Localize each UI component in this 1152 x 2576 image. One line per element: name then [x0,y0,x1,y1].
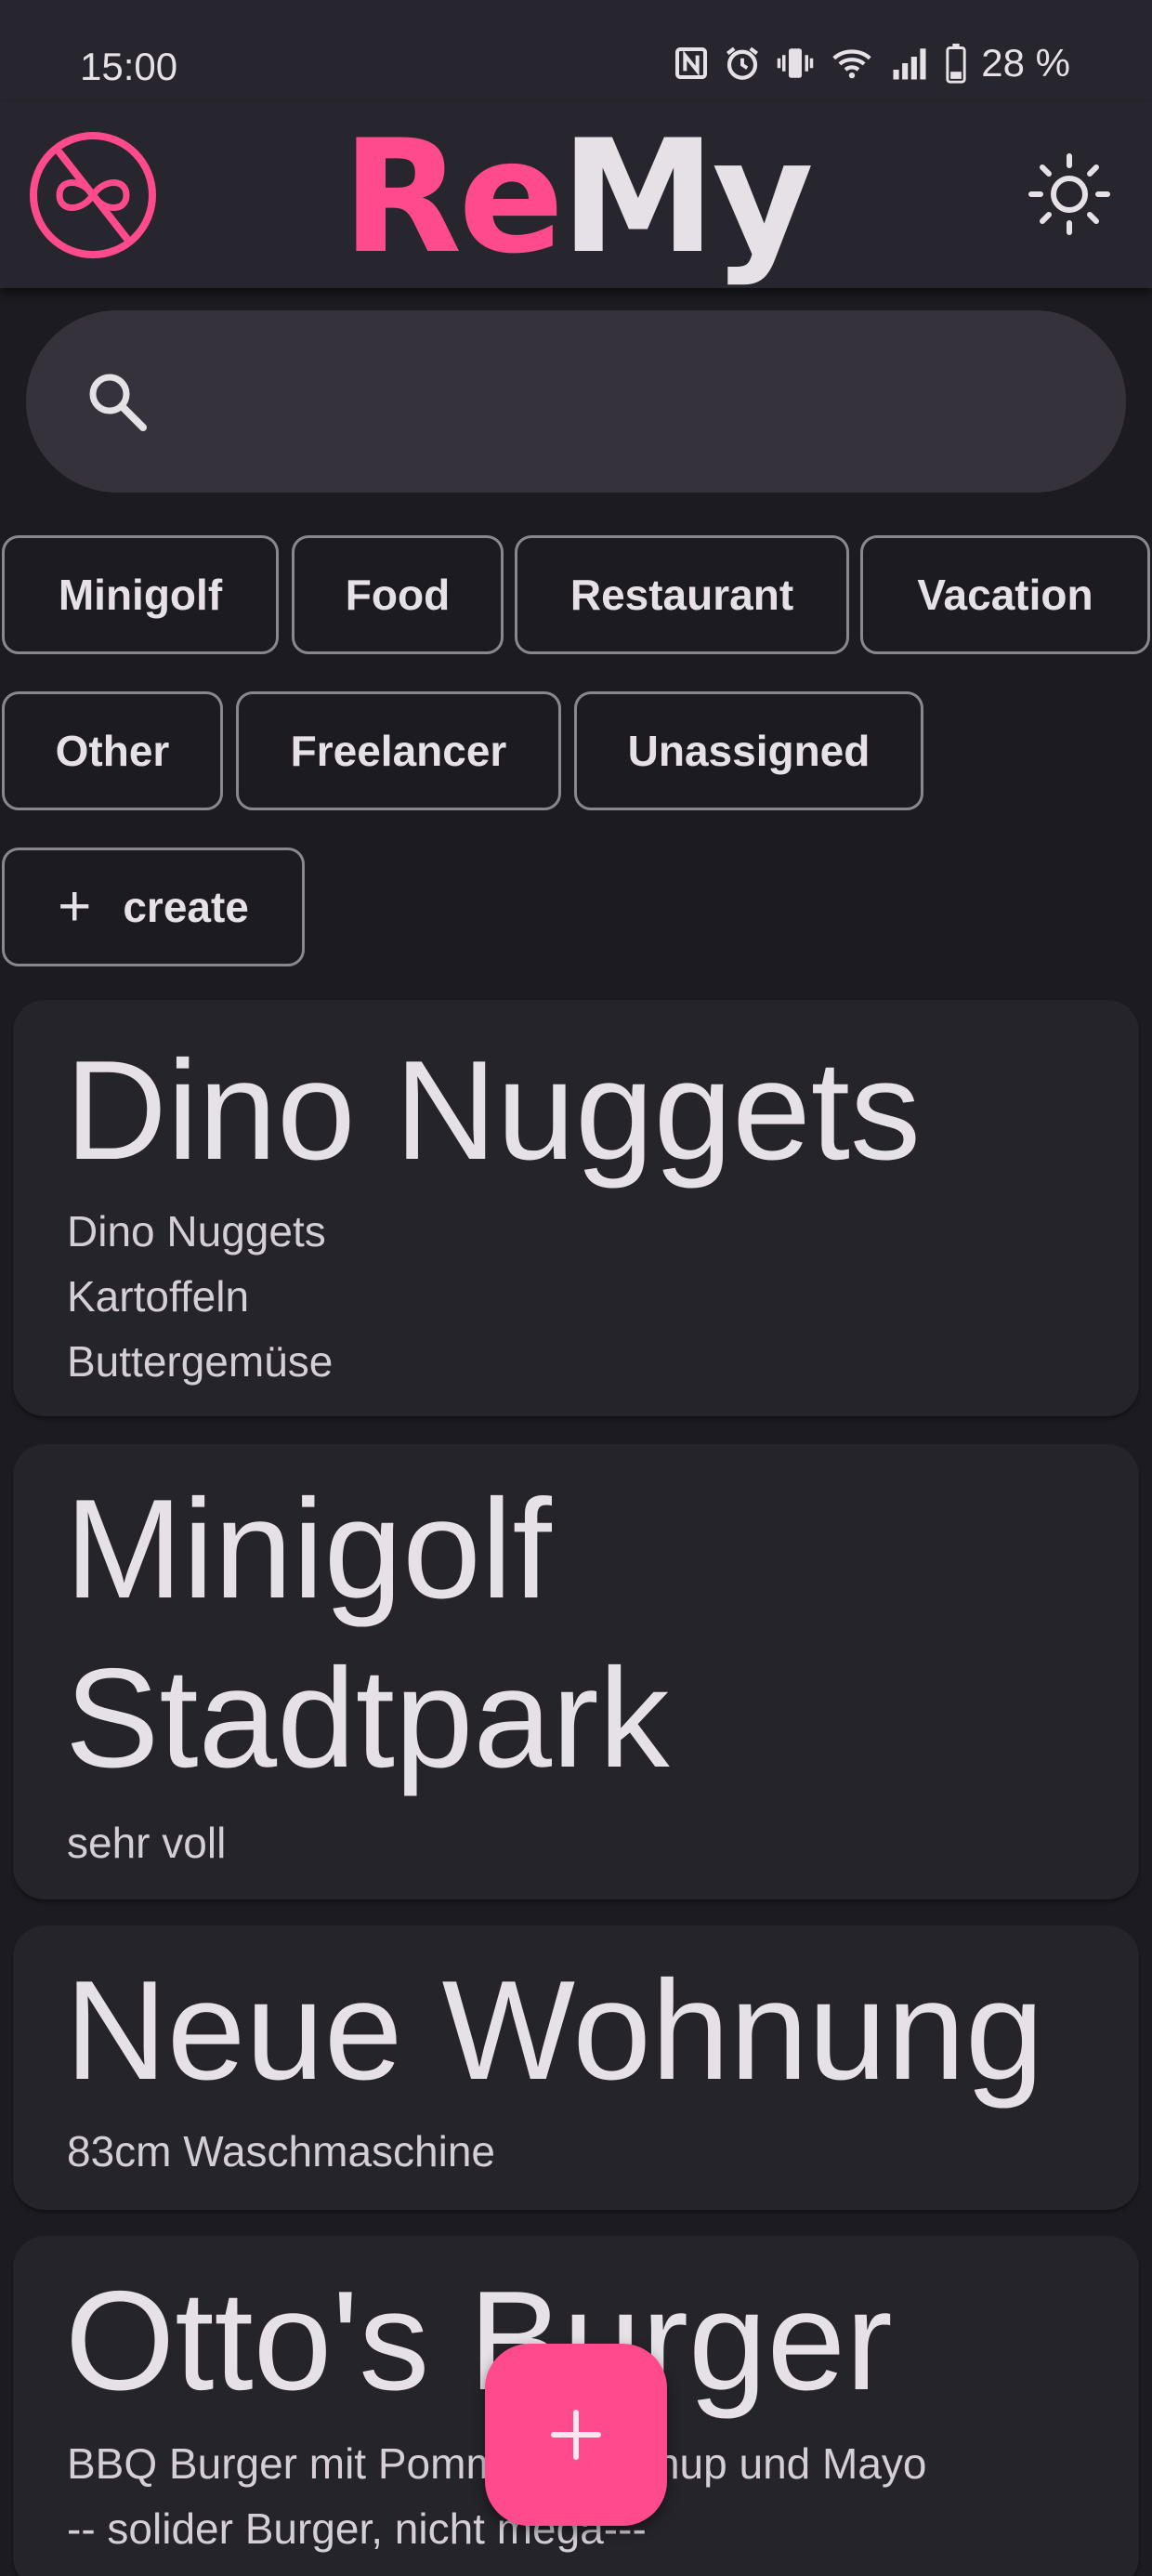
card-body: sehr voll [67,1819,227,1867]
chip-label: create [123,883,249,931]
nfc-icon [675,47,708,79]
card-title: Neue Wohnung [65,1952,1044,2109]
brightness-icon[interactable] [1028,152,1111,236]
chip-label: Unassigned [627,727,871,775]
status-time: 15:00 [80,45,178,88]
app-title: ReMy [0,119,1152,275]
search-input[interactable] [184,348,1080,457]
plus-icon [551,2410,601,2460]
vibrate-icon [778,48,814,78]
chip-vacation[interactable]: Vacation [860,535,1150,654]
app-title-re: Re [341,106,564,288]
note-card[interactable]: Minigolf Stadtpark sehr voll [13,1444,1139,1899]
chip-label: Minigolf [58,571,223,619]
battery-percentage: 28 % [981,41,1070,85]
wifi-icon [832,49,871,79]
chip-minigolf[interactable]: Minigolf [2,535,279,654]
add-note-fab-button[interactable] [485,2344,667,2526]
card-body: Dino Nuggets Kartoffeln Buttergemüse [67,1207,334,1386]
chip-food[interactable]: Food [292,535,504,654]
note-card[interactable]: Dino Nuggets Dino Nuggets Kartoffeln But… [13,1000,1139,1416]
app-screen: 15:00 28 % ReMy Minigolf Food Restaurant… [0,0,1152,2576]
chip-label: Vacation [917,571,1093,619]
card-title: Dino Nuggets [65,1032,921,1189]
battery-icon [946,43,966,84]
plus-icon: + [58,874,92,939]
alarm-icon [727,46,759,80]
chip-label: Other [55,727,170,775]
status-icons: 28 % [673,41,1070,85]
chip-label: Restaurant [569,571,794,619]
note-card[interactable]: Neue Wohnung 83cm Waschmaschine [13,1925,1139,2210]
chip-label: Food [345,571,451,619]
chip-unassigned[interactable]: Unassigned [574,691,923,810]
search-bar[interactable] [26,310,1126,493]
create-chip-button[interactable]: + create [2,848,305,966]
card-body: 83cm Waschmaschine [67,2127,496,2175]
search-icon [89,374,147,431]
app-bar: ReMy [0,102,1152,288]
signal-icon [893,48,926,80]
chip-restaurant[interactable]: Restaurant [515,535,849,654]
card-title: Minigolf Stadtpark [65,1470,670,1797]
chip-freelancer[interactable]: Freelancer [236,691,561,810]
app-title-my: My [560,106,814,288]
chip-label: Freelancer [290,727,507,775]
chip-other[interactable]: Other [2,691,223,810]
